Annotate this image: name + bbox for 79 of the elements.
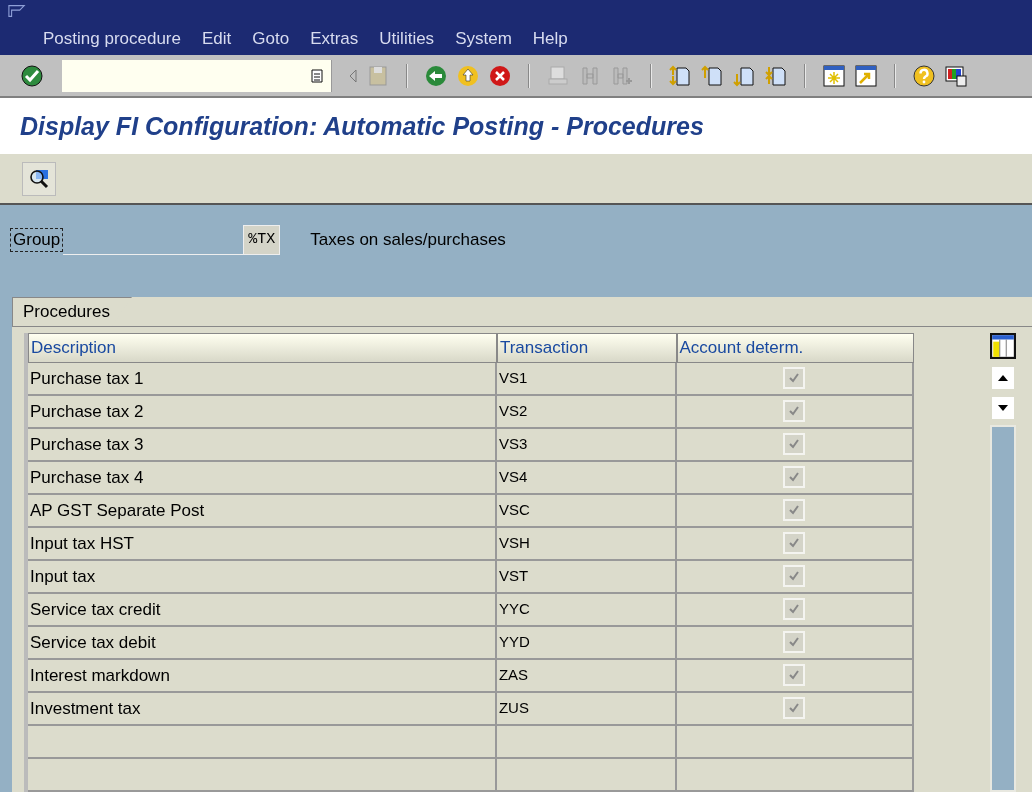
save-icon[interactable] (366, 63, 390, 88)
help-icon[interactable] (912, 63, 936, 88)
cancel-icon[interactable] (488, 63, 512, 88)
check-mark-icon (788, 603, 801, 616)
field-label: Group (10, 228, 64, 252)
triangle-down-icon (998, 405, 1008, 411)
menu-item[interactable]: Edit (202, 29, 232, 49)
table-cell: VS4 (496, 462, 677, 493)
table-cell: VSH (496, 528, 677, 559)
previous-page-icon[interactable] (700, 63, 724, 88)
triangle-left-icon[interactable] (348, 68, 358, 83)
check-mark-icon (788, 537, 801, 550)
checkbox[interactable] (783, 631, 806, 654)
table-cell: Purchase tax 3 (28, 429, 497, 460)
group-description: Taxes on sales/purchases (310, 229, 506, 252)
scroll-down-button[interactable] (990, 395, 1016, 421)
scrollbar-track[interactable] (990, 425, 1016, 792)
table-cell: Purchase tax 2 (28, 396, 497, 427)
check-mark-icon (788, 372, 801, 385)
checkbox[interactable] (783, 697, 806, 720)
check-mark-icon (788, 636, 801, 649)
checkbox[interactable] (783, 433, 806, 456)
table-cell: Service tax credit (28, 594, 497, 625)
table-cell: YYD (496, 627, 677, 658)
table-cell: YYC (496, 594, 677, 625)
check-mark-icon (788, 504, 801, 517)
shortcut-icon[interactable] (854, 63, 878, 88)
checkbox[interactable] (783, 664, 806, 687)
menu-item[interactable]: Help (532, 29, 568, 49)
check-mark-icon (788, 438, 801, 451)
table-cell: ZUS (496, 693, 677, 724)
back-icon[interactable] (424, 63, 448, 88)
checkbox[interactable] (783, 400, 806, 423)
window-menu-icon[interactable] (8, 4, 26, 18)
tab[interactable]: Procedures (12, 297, 132, 326)
check-icon[interactable] (20, 63, 44, 88)
table-cell: Service tax debit (28, 627, 497, 658)
check-mark-icon (788, 669, 801, 682)
checkbox[interactable] (783, 466, 806, 489)
column-header[interactable]: Description (28, 333, 497, 363)
table-cell: Input tax (28, 561, 497, 592)
table-cell: Investment tax (28, 693, 497, 724)
group-field: %TX (243, 225, 281, 255)
column-settings-icon[interactable] (990, 333, 1016, 359)
menu-item[interactable]: Extras (310, 29, 359, 49)
command-field[interactable] (62, 59, 332, 92)
table-cell: Input tax HST (28, 528, 497, 559)
checkbox[interactable] (783, 367, 806, 390)
table-cell: VST (496, 561, 677, 592)
table-cell: VSC (496, 495, 677, 526)
triangle-up-icon (998, 375, 1008, 381)
menu-item[interactable]: Goto (252, 29, 290, 49)
checkbox[interactable] (783, 598, 806, 621)
layout-settings-icon[interactable] (944, 63, 968, 88)
table-cell: VS2 (496, 396, 677, 427)
table-cell: AP GST Separate Post (28, 495, 497, 526)
table-cell: Purchase tax 4 (28, 462, 497, 493)
column-header[interactable]: Account determ. (676, 333, 914, 363)
menu-item[interactable]: Utilities (379, 29, 435, 49)
table-cell: VS1 (496, 363, 677, 394)
table-cell: ZAS (496, 660, 677, 691)
screen-title: Display FI Configuration: Automatic Posting - Procedures (20, 110, 704, 142)
dropdown-list-icon[interactable] (311, 68, 323, 83)
column-header[interactable]: Transaction (496, 333, 677, 363)
checkbox[interactable] (783, 565, 806, 588)
menu-item[interactable]: Posting procedure (43, 29, 181, 49)
table-cell: Purchase tax 1 (28, 363, 497, 394)
first-page-icon[interactable] (668, 63, 692, 88)
check-mark-icon (788, 471, 801, 484)
check-mark-icon (788, 405, 801, 418)
scroll-up-button[interactable] (990, 365, 1016, 391)
check-mark-icon (788, 570, 801, 583)
checkbox[interactable] (783, 499, 806, 522)
menu-item[interactable]: System (455, 29, 512, 49)
table-cell: Interest markdown (28, 660, 497, 691)
new-window-icon[interactable] (822, 63, 846, 88)
check-mark-icon (788, 702, 801, 715)
table-cell: VS3 (496, 429, 677, 460)
checkbox[interactable] (783, 532, 806, 555)
